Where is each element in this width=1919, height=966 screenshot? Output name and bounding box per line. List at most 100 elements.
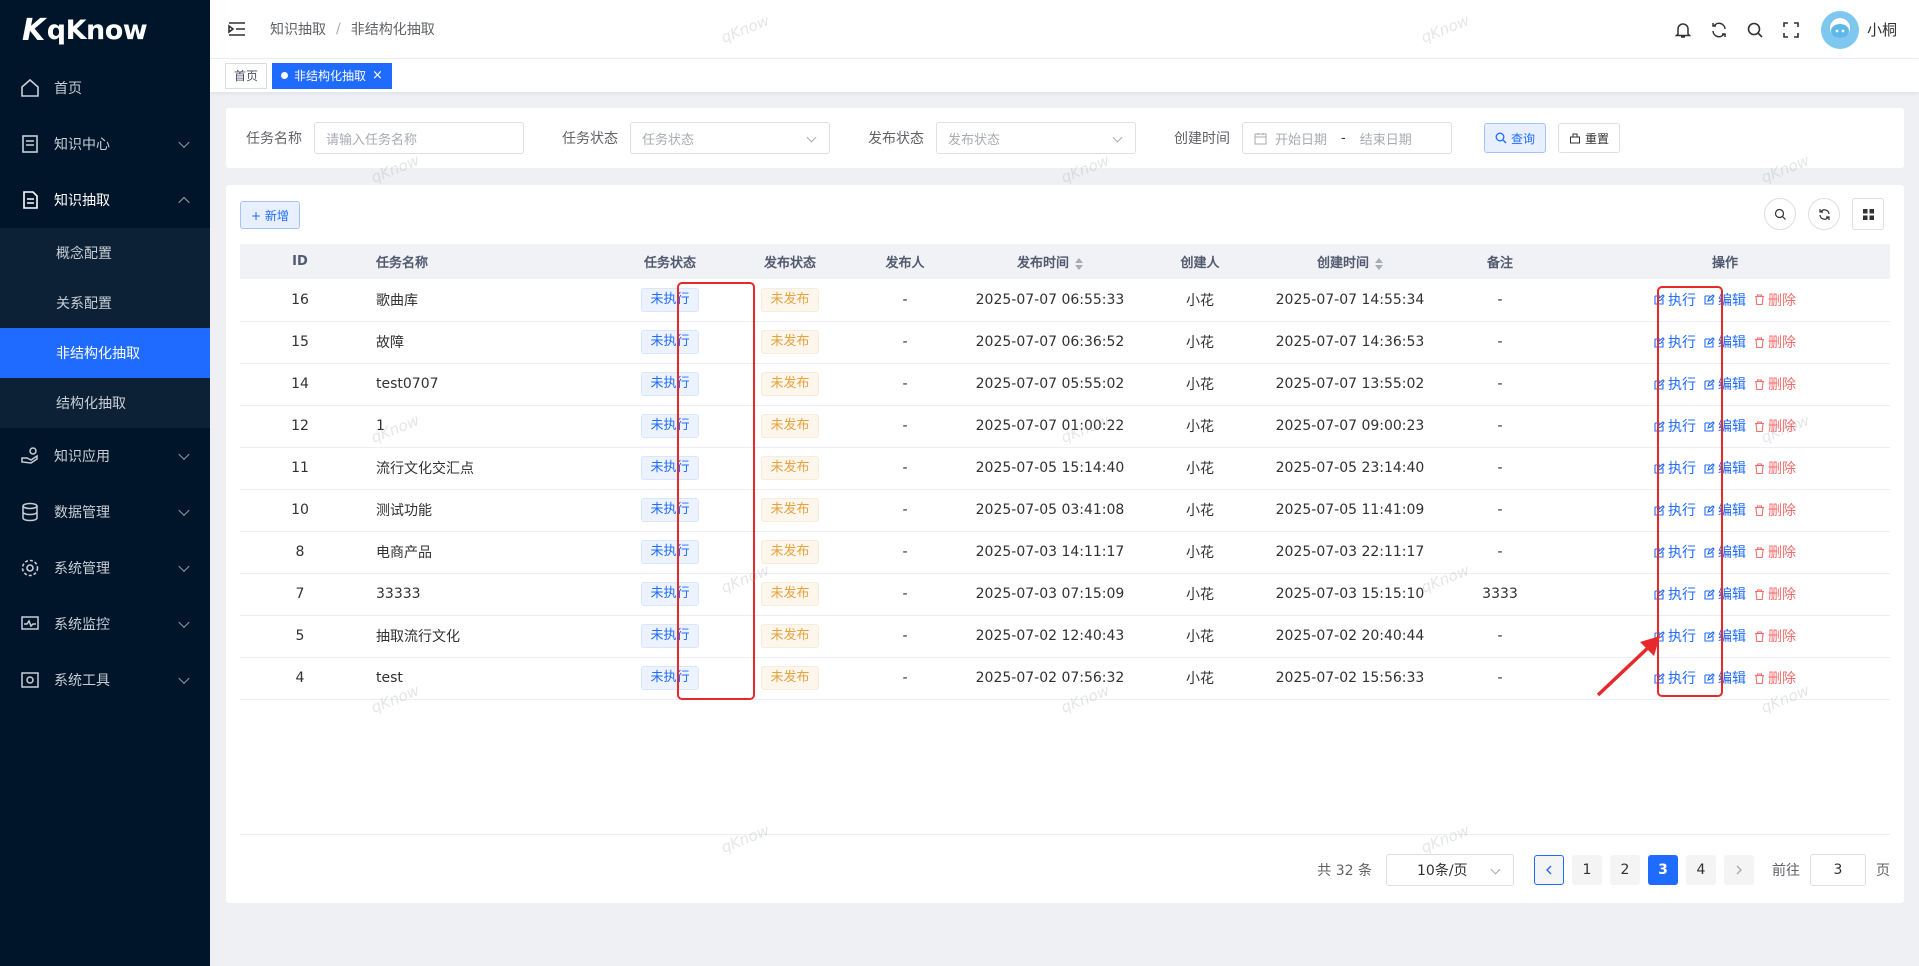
col-publish-time[interactable]: 发布时间 <box>960 244 1140 279</box>
execute-button[interactable]: 执行 <box>1654 290 1696 310</box>
edit-button[interactable]: 编辑 <box>1704 290 1746 310</box>
edit-button[interactable]: 编辑 <box>1704 332 1746 352</box>
end-date-input[interactable]: 结束日期 <box>1360 129 1412 148</box>
cell-id: 12 <box>240 405 360 448</box>
sidebar-item-document[interactable]: 知识抽取 <box>0 172 210 228</box>
brand-logo[interactable]: KqKnow <box>0 0 210 60</box>
edit-button[interactable]: 编辑 <box>1704 458 1746 478</box>
breadcrumb: 知识抽取 / 非结构化抽取 <box>270 19 435 39</box>
gear-icon <box>20 558 40 578</box>
add-button[interactable]: + 新增 <box>240 201 300 229</box>
cell-publish-status: 未发布 <box>730 615 850 658</box>
search-icon[interactable] <box>1737 12 1773 48</box>
columns-button[interactable] <box>1852 198 1884 230</box>
cell-creator: 小花 <box>1140 657 1260 700</box>
sidebar-item-database[interactable]: 数据管理 <box>0 484 210 540</box>
menu-fold-icon[interactable] <box>226 18 248 40</box>
sidebar-item-home[interactable]: 首页 <box>0 60 210 116</box>
sidebar-subitem[interactable]: 结构化抽取 <box>0 378 210 428</box>
delete-button[interactable]: 删除 <box>1754 374 1796 394</box>
database-icon <box>20 502 40 522</box>
execute-button[interactable]: 执行 <box>1654 458 1696 478</box>
cell-actions: 执行 编辑 删除 <box>1560 321 1890 364</box>
sidebar-subitem[interactable]: 关系配置 <box>0 278 210 328</box>
sidebar-item-hand[interactable]: 知识应用 <box>0 428 210 484</box>
page-button[interactable]: 1 <box>1572 855 1602 885</box>
execute-button[interactable]: 执行 <box>1654 374 1696 394</box>
sidebar-subitem[interactable]: 概念配置 <box>0 228 210 278</box>
edit-button[interactable]: 编辑 <box>1704 500 1746 520</box>
chevron-down-icon <box>178 672 190 685</box>
tag-home[interactable]: 首页 <box>225 62 268 89</box>
cell-publish-status: 未发布 <box>730 321 850 364</box>
sidebar-subitem[interactable]: 非结构化抽取 <box>0 328 210 378</box>
cell-create-time: 2025-07-03 15:15:10 <box>1260 573 1440 616</box>
col-create-time[interactable]: 创建时间 <box>1260 244 1440 279</box>
page-button-current[interactable]: 3 <box>1648 855 1678 885</box>
task-name-label: 任务名称 <box>246 131 302 147</box>
edit-button[interactable]: 编辑 <box>1704 584 1746 604</box>
delete-button[interactable]: 删除 <box>1754 542 1796 562</box>
task-status-select[interactable]: 任务状态 <box>630 122 830 154</box>
cell-task-name: 33333 <box>360 573 610 616</box>
sidebar-item-book[interactable]: 知识中心 <box>0 116 210 172</box>
breadcrumb-item[interactable]: 知识抽取 <box>270 19 326 39</box>
delete-button[interactable]: 删除 <box>1754 626 1796 646</box>
col-actions: 操作 <box>1560 244 1890 279</box>
delete-button[interactable]: 删除 <box>1754 500 1796 520</box>
execute-button[interactable]: 执行 <box>1654 542 1696 562</box>
sort-icon[interactable] <box>1375 257 1383 270</box>
sidebar-item-tool[interactable]: 系统工具 <box>0 652 210 708</box>
refresh-icon[interactable] <box>1701 12 1737 48</box>
page-button[interactable]: 4 <box>1686 855 1716 885</box>
sidebar-menu: 首页 知识中心 知识抽取 概念配置 关系配置 非结构化抽取 结构化抽取 知识应用 数据管理 系统管… <box>0 60 210 708</box>
cell-create-time: 2025-07-07 14:55:34 <box>1260 279 1440 322</box>
execute-button[interactable]: 执行 <box>1654 416 1696 436</box>
status-badge: 未执行 <box>641 540 699 564</box>
refresh-table-button[interactable] <box>1808 198 1840 230</box>
next-page-button[interactable] <box>1724 855 1754 885</box>
execute-button[interactable]: 执行 <box>1654 500 1696 520</box>
cell-creator: 小花 <box>1140 321 1260 364</box>
edit-button[interactable]: 编辑 <box>1704 416 1746 436</box>
delete-button[interactable]: 删除 <box>1754 458 1796 478</box>
cell-actions: 执行 编辑 删除 <box>1560 363 1890 406</box>
toggle-search-button[interactable] <box>1764 198 1796 230</box>
delete-button[interactable]: 删除 <box>1754 290 1796 310</box>
chevron-up-icon <box>178 196 190 209</box>
tag-unstructured-extraction[interactable]: 非结构化抽取 × <box>272 62 392 89</box>
date-range-picker[interactable]: 开始日期 - 结束日期 <box>1242 122 1452 154</box>
publish-status-select[interactable]: 发布状态 <box>936 122 1136 154</box>
reset-button[interactable]: 重置 <box>1558 123 1621 153</box>
avatar[interactable] <box>1820 10 1859 49</box>
page-size-select[interactable]: 10条/页 <box>1386 854 1514 886</box>
fullscreen-icon[interactable] <box>1773 12 1809 48</box>
sidebar-item-gear[interactable]: 系统管理 <box>0 540 210 596</box>
edit-button[interactable]: 编辑 <box>1704 668 1746 688</box>
col-publisher: 发布人 <box>850 244 960 279</box>
execute-button[interactable]: 执行 <box>1654 584 1696 604</box>
query-button[interactable]: 查询 <box>1484 123 1547 153</box>
delete-button[interactable]: 删除 <box>1754 332 1796 352</box>
cell-task-status: 未执行 <box>610 573 730 616</box>
tool-icon <box>20 670 40 690</box>
sidebar-item-monitor[interactable]: 系统监控 <box>0 596 210 652</box>
task-name-input[interactable]: 请输入任务名称 <box>314 122 524 154</box>
execute-button[interactable]: 执行 <box>1654 332 1696 352</box>
bell-icon[interactable] <box>1665 12 1701 48</box>
sort-icon[interactable] <box>1075 257 1083 270</box>
page-button[interactable]: 2 <box>1610 855 1640 885</box>
goto-page-input[interactable]: 3 <box>1810 854 1866 886</box>
edit-button[interactable]: 编辑 <box>1704 626 1746 646</box>
delete-button[interactable]: 删除 <box>1754 584 1796 604</box>
divider <box>240 834 1890 835</box>
edit-button[interactable]: 编辑 <box>1704 374 1746 394</box>
close-icon[interactable]: × <box>372 68 383 83</box>
edit-button[interactable]: 编辑 <box>1704 542 1746 562</box>
status-badge: 未执行 <box>641 624 699 648</box>
delete-button[interactable]: 删除 <box>1754 668 1796 688</box>
username[interactable]: 小桐 <box>1867 19 1897 40</box>
start-date-input[interactable]: 开始日期 <box>1275 129 1327 148</box>
publish-badge: 未发布 <box>761 456 819 480</box>
prev-page-button[interactable] <box>1534 855 1564 885</box>
